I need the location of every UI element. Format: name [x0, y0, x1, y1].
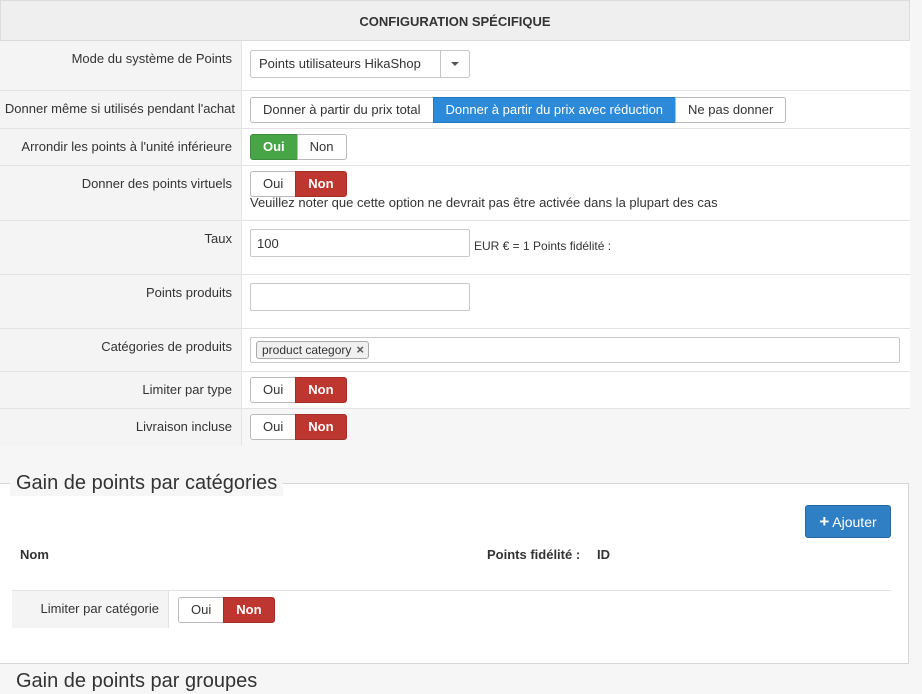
virtual-points-note: Veuillez noter que cette option ne devra… [250, 195, 718, 210]
round-down-toggle: Oui Non [250, 134, 347, 160]
rate-input[interactable] [250, 229, 470, 257]
row-product-points: Points produits [0, 275, 910, 329]
product-categories-value-cell: product category × [242, 329, 910, 371]
shipping-included-yes-button[interactable]: Oui [250, 414, 297, 440]
close-icon[interactable]: × [356, 342, 364, 358]
limit-type-no-button[interactable]: Non [295, 377, 347, 403]
product-points-value-cell [242, 275, 910, 328]
row-product-categories: Catégories de produits product category … [0, 329, 910, 372]
row-limit-type: Limiter par type Oui Non [0, 372, 910, 409]
row-mode: Mode du système de Points Points utilisa… [0, 41, 910, 91]
group-points-legend: Gain de points par groupes [10, 668, 264, 694]
add-button-label: Ajouter [832, 513, 877, 530]
give-total-price-button[interactable]: Donner à partir du prix total [250, 97, 434, 123]
give-even-used-label: Donner même si utilisés pendant l'achat [0, 91, 242, 128]
limit-category-row: Limiter par catégorie Oui Non [12, 590, 891, 629]
virtual-points-label: Donner des points virtuels [0, 166, 242, 220]
round-down-label: Arrondir les points à l'unité inférieure [0, 129, 242, 165]
category-points-legend: Gain de points par catégories [10, 470, 284, 496]
chevron-down-icon[interactable] [440, 51, 469, 77]
plus-icon: + [819, 512, 830, 531]
virtual-points-yes-button[interactable]: Oui [250, 171, 297, 197]
limit-type-toggle: Oui Non [250, 377, 347, 403]
rate-suffix: EUR € = 1 Points fidélité : [474, 239, 612, 253]
mode-select-value: Points utilisateurs HikaShop [259, 56, 421, 71]
mode-select[interactable]: Points utilisateurs HikaShop [250, 50, 470, 78]
product-categories-input[interactable]: product category × [250, 337, 900, 363]
limit-type-yes-button[interactable]: Oui [250, 377, 297, 403]
virtual-points-value-cell: Oui Non Veuillez noter que cette option … [242, 166, 910, 220]
column-name-header: Nom [20, 547, 49, 562]
section-title: CONFIGURATION SPÉCIFIQUE [0, 0, 910, 41]
round-down-value-cell: Oui Non [242, 129, 910, 165]
add-button[interactable]: + Ajouter [805, 505, 891, 538]
shipping-included-no-button[interactable]: Non [295, 414, 347, 440]
virtual-points-no-button[interactable]: Non [295, 171, 347, 197]
round-down-no-button[interactable]: Non [296, 134, 347, 160]
shipping-included-toggle: Oui Non [250, 414, 347, 440]
limit-type-label: Limiter par type [0, 372, 242, 408]
limit-category-toggle: Oui Non [178, 597, 275, 623]
row-rate: Taux EUR € = 1 Points fidélité : [0, 221, 910, 275]
give-even-used-value-cell: Donner à partir du prix total Donner à p… [242, 91, 910, 128]
round-down-yes-button[interactable]: Oui [250, 134, 298, 160]
category-tag: product category × [256, 341, 369, 359]
rate-value-cell: EUR € = 1 Points fidélité : [242, 221, 910, 274]
give-discounted-price-button[interactable]: Donner à partir du prix avec réduction [432, 97, 677, 123]
row-give-even-used: Donner même si utilisés pendant l'achat … [0, 91, 910, 129]
column-id-header: ID [597, 547, 610, 562]
rate-label: Taux [0, 221, 242, 274]
virtual-points-toggle: Oui Non [250, 171, 347, 197]
product-points-input[interactable] [250, 283, 470, 311]
mode-label: Mode du système de Points [0, 41, 242, 90]
category-tag-label: product category [262, 343, 352, 357]
limit-category-label: Limiter par catégorie [12, 591, 169, 628]
give-even-used-group: Donner à partir du prix total Donner à p… [250, 97, 787, 123]
column-points-header: Points fidélité : [487, 547, 581, 562]
row-round-down: Arrondir les points à l'unité inférieure… [0, 129, 910, 166]
product-points-label: Points produits [0, 275, 242, 328]
shipping-included-value-cell: Oui Non [242, 409, 910, 446]
product-categories-label: Catégories de produits [0, 329, 242, 371]
do-not-give-button[interactable]: Ne pas donner [675, 97, 787, 123]
category-points-fieldset [0, 483, 909, 664]
row-virtual-points: Donner des points virtuels Oui Non Veuil… [0, 166, 910, 221]
limit-type-value-cell: Oui Non [242, 372, 910, 408]
shipping-included-label: Livraison incluse [0, 409, 242, 446]
row-shipping-included: Livraison incluse Oui Non [0, 409, 910, 446]
limit-category-no-button[interactable]: Non [223, 597, 275, 623]
limit-category-yes-button[interactable]: Oui [178, 597, 225, 623]
mode-value-cell: Points utilisateurs HikaShop [242, 41, 910, 90]
